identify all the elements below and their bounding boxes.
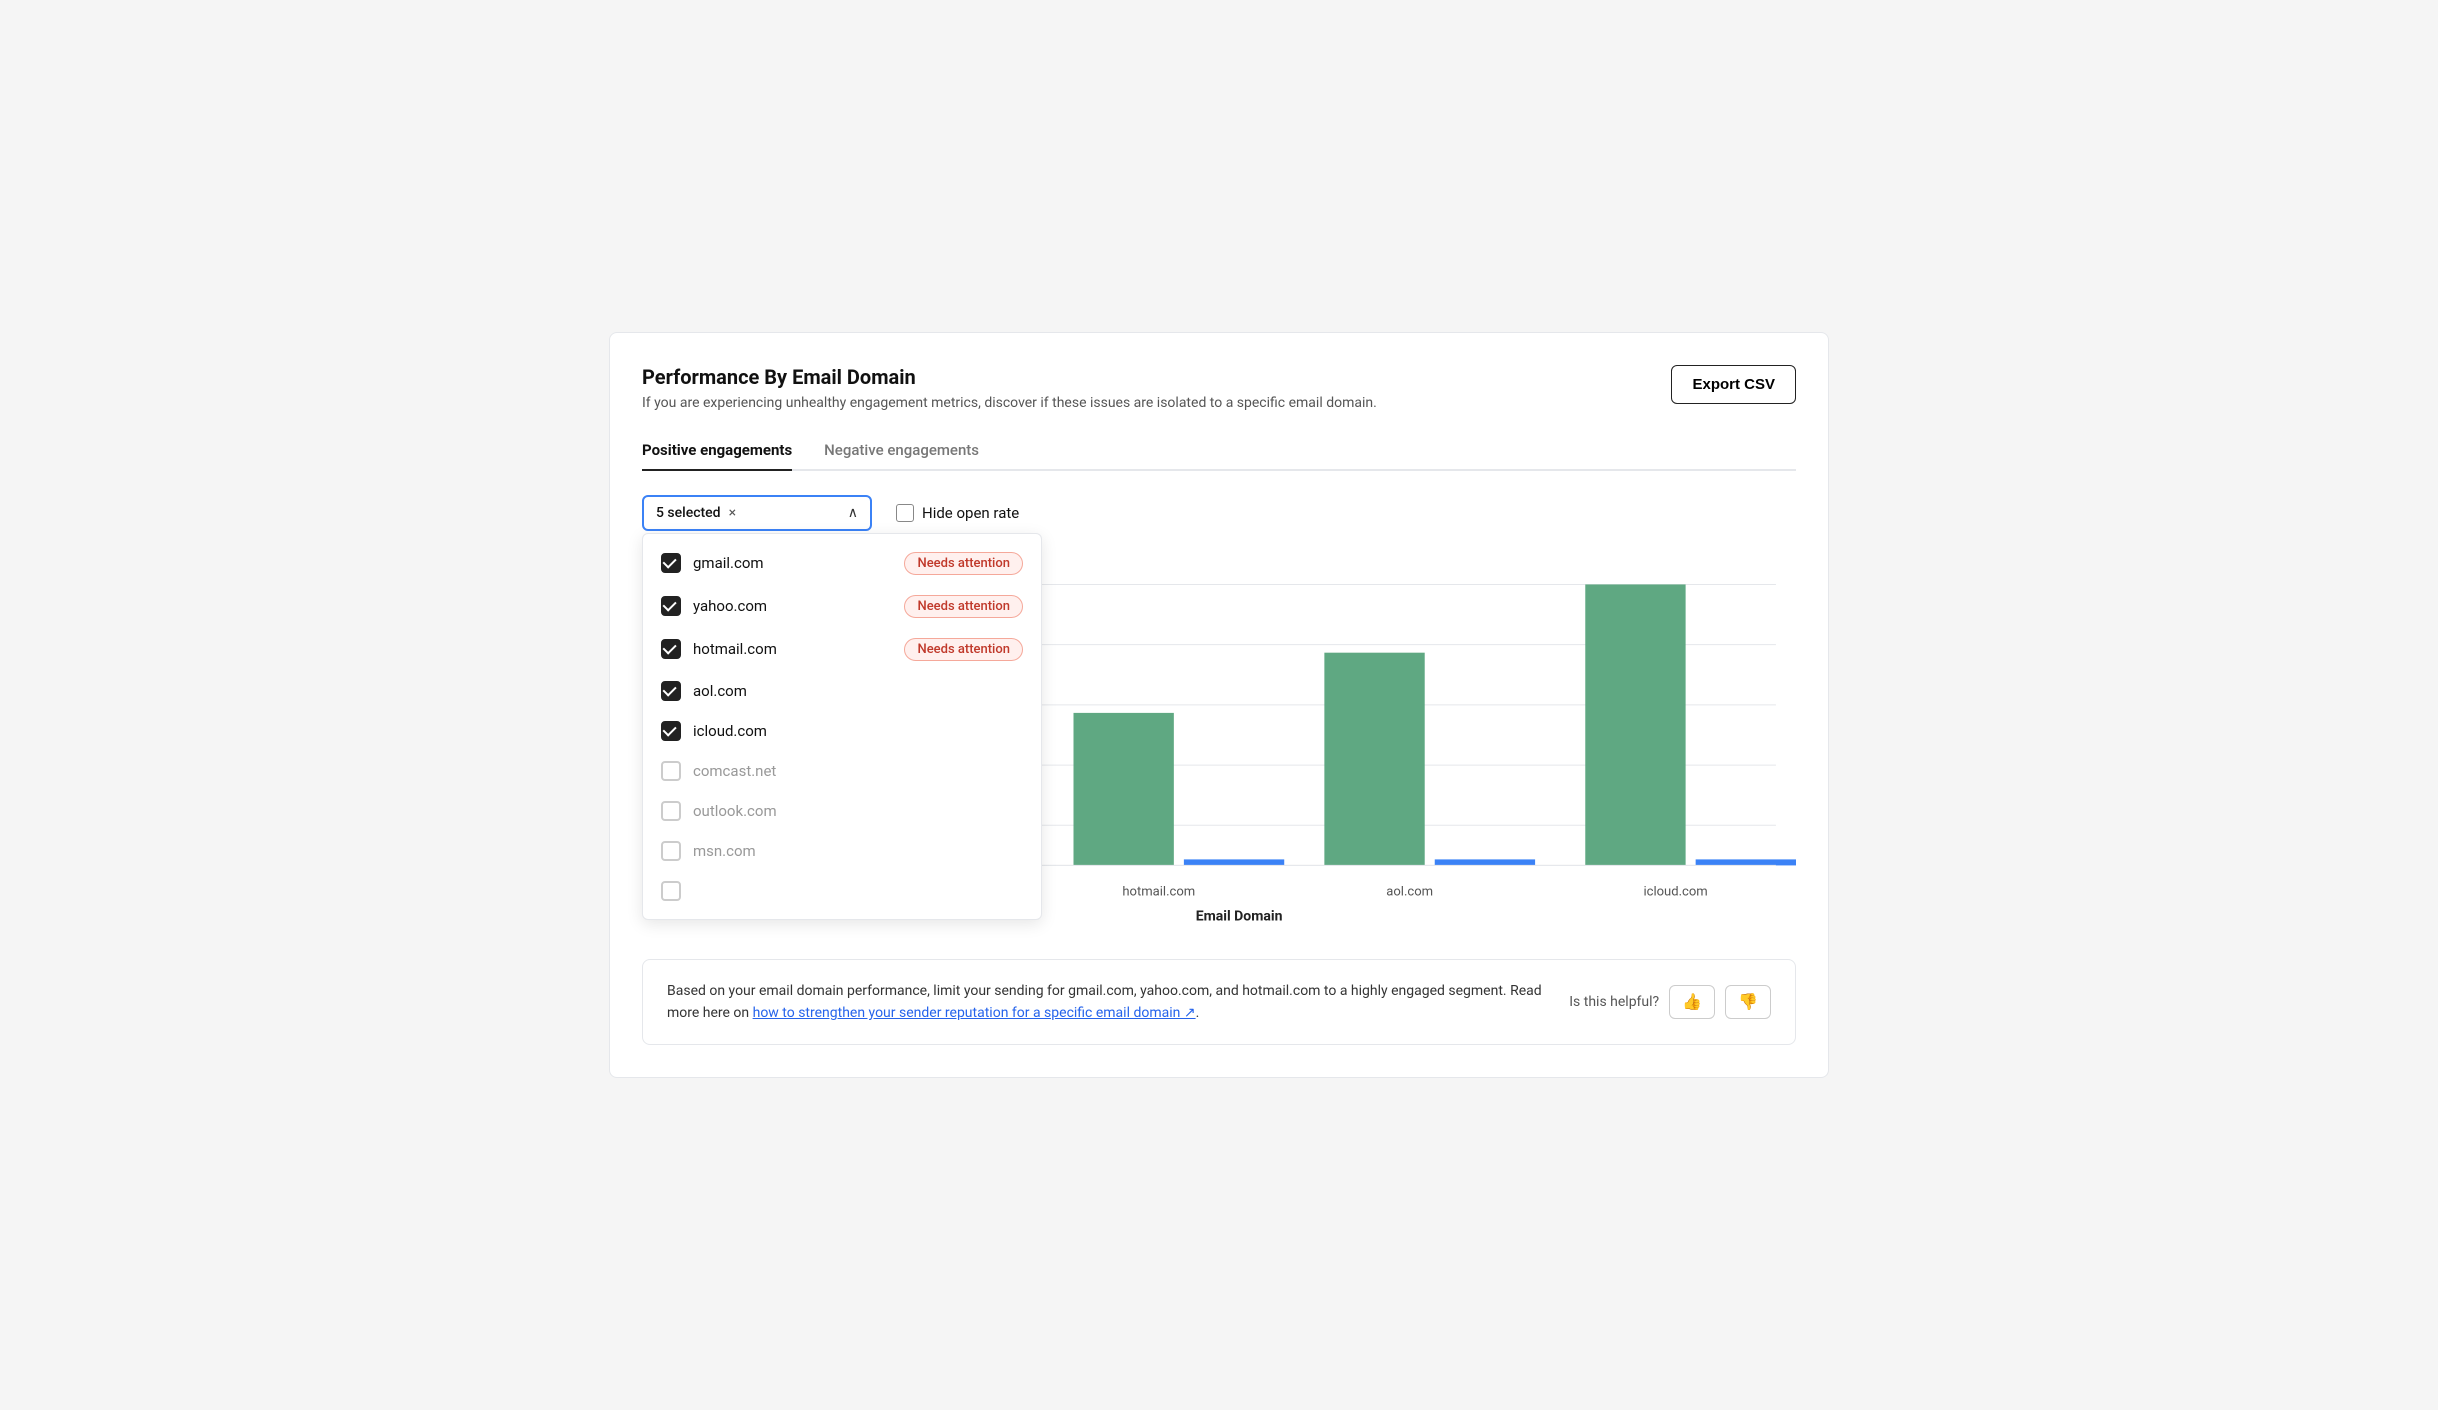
list-item-more	[643, 871, 1041, 911]
list-item[interactable]: yahoo.com Needs attention	[643, 585, 1041, 628]
gmail-checkbox[interactable]	[661, 553, 681, 573]
domain-label: hotmail.com	[693, 640, 892, 658]
domain-label: outlook.com	[693, 802, 1023, 820]
domain-label: icloud.com	[693, 722, 1023, 740]
controls-row: 5 selected × ∧ gmail.com Needs attention…	[642, 495, 1796, 531]
thumbs-up-button[interactable]: 👍	[1669, 985, 1715, 1019]
list-item[interactable]: comcast.net	[643, 751, 1041, 791]
insight-text: Based on your email domain performance, …	[667, 980, 1553, 1025]
tabs-container: Positive engagements Negative engagement…	[642, 431, 1796, 471]
domain-label: yahoo.com	[693, 597, 892, 615]
icloud-checkbox[interactable]	[661, 721, 681, 741]
x-axis-label: Email Domain	[1196, 908, 1283, 924]
title-block: Performance By Email Domain If you are e…	[642, 365, 1377, 411]
header-row: Performance By Email Domain If you are e…	[642, 365, 1796, 411]
domain-dropdown-menu: gmail.com Needs attention yahoo.com Need…	[642, 533, 1042, 920]
domain-dropdown-wrapper: 5 selected × ∧ gmail.com Needs attention…	[642, 495, 872, 531]
yahoo-checkbox[interactable]	[661, 596, 681, 616]
bar-green-hotmail	[1073, 712, 1173, 865]
x-label-aol: aol.com	[1386, 884, 1433, 899]
msn-checkbox[interactable]	[661, 841, 681, 861]
more-checkbox[interactable]	[661, 881, 681, 901]
page-subtitle: If you are experiencing unhealthy engage…	[642, 395, 1377, 411]
hide-open-rate-checkbox[interactable]	[896, 504, 914, 522]
hide-open-rate-text: Hide open rate	[922, 504, 1019, 522]
performance-card: Performance By Email Domain If you are e…	[609, 332, 1829, 1079]
list-item[interactable]: icloud.com	[643, 711, 1041, 751]
helpful-block: Is this helpful? 👍 👎	[1569, 985, 1771, 1019]
needs-attention-badge: Needs attention	[904, 638, 1023, 661]
hide-open-rate-label[interactable]: Hide open rate	[896, 504, 1019, 522]
bar-green-icloud	[1585, 584, 1685, 865]
list-item[interactable]: hotmail.com Needs attention	[643, 628, 1041, 671]
clear-selection-button[interactable]: ×	[729, 505, 736, 521]
bar-green-aol	[1324, 652, 1424, 865]
page-title: Performance By Email Domain	[642, 365, 1377, 389]
bar-blue-aol	[1435, 859, 1535, 865]
outlook-checkbox[interactable]	[661, 801, 681, 821]
helpful-label: Is this helpful?	[1569, 994, 1659, 1010]
tab-negative-engagements[interactable]: Negative engagements	[824, 431, 979, 471]
list-item[interactable]: outlook.com	[643, 791, 1041, 831]
aol-checkbox[interactable]	[661, 681, 681, 701]
list-item[interactable]: gmail.com Needs attention	[643, 542, 1041, 585]
tab-positive-engagements[interactable]: Positive engagements	[642, 431, 792, 471]
needs-attention-badge: Needs attention	[904, 595, 1023, 618]
thumbs-down-button[interactable]: 👎	[1725, 985, 1771, 1019]
domain-dropdown-trigger[interactable]: 5 selected × ∧	[642, 495, 872, 531]
list-item[interactable]: msn.com	[643, 831, 1041, 871]
insight-box: Based on your email domain performance, …	[642, 959, 1796, 1046]
bar-blue-icloud	[1696, 859, 1796, 865]
bar-blue-hotmail	[1184, 859, 1284, 865]
x-label-icloud: icloud.com	[1643, 884, 1707, 899]
domain-label: msn.com	[693, 842, 1023, 860]
export-csv-button[interactable]: Export CSV	[1671, 365, 1796, 404]
domain-label: gmail.com	[693, 554, 892, 572]
insight-link[interactable]: how to strengthen your sender reputation…	[753, 1005, 1196, 1021]
selected-count-badge: 5 selected	[656, 505, 721, 521]
domain-label: aol.com	[693, 682, 1023, 700]
hotmail-checkbox[interactable]	[661, 639, 681, 659]
x-label-hotmail: hotmail.com	[1122, 884, 1195, 899]
comcast-checkbox[interactable]	[661, 761, 681, 781]
insight-text-after: .	[1196, 1005, 1200, 1021]
list-item[interactable]: aol.com	[643, 671, 1041, 711]
chevron-up-icon: ∧	[848, 505, 858, 521]
needs-attention-badge: Needs attention	[904, 552, 1023, 575]
domain-label: comcast.net	[693, 762, 1023, 780]
